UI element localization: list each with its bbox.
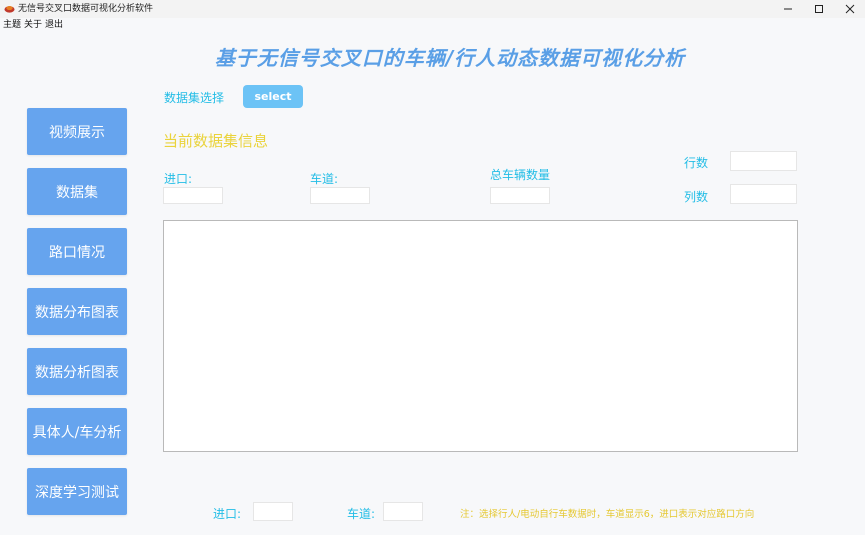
data-table[interactable]	[163, 220, 798, 452]
select-button[interactable]: select	[243, 85, 303, 108]
rows-field	[730, 151, 797, 171]
dataset-info-title: 当前数据集信息	[163, 132, 269, 150]
bottom-lane-label: 车道:	[347, 507, 376, 521]
close-icon[interactable]	[843, 2, 857, 16]
nav-individual-analysis-button[interactable]: 具体人/车分析	[27, 408, 127, 455]
menu-about[interactable]: 关于	[24, 19, 42, 31]
nav-analysis-chart-button[interactable]: 数据分析图表	[27, 348, 127, 395]
dataset-select-label: 数据集选择	[164, 91, 225, 105]
cols-field	[730, 184, 797, 204]
bottom-entry-input[interactable]	[253, 502, 293, 521]
window-titlebar: 无信号交叉口数据可视化分析软件	[0, 0, 865, 18]
nav-intersection-button[interactable]: 路口情况	[27, 228, 127, 275]
total-vehicles-field	[490, 187, 550, 204]
minimize-icon[interactable]	[781, 2, 795, 16]
menu-bar: 主题 关于 退出	[0, 18, 865, 32]
lane-label: 车道:	[310, 172, 339, 186]
note-text: 注：选择行人/电动自行车数据时，车道显示6，进口表示对应路口方向	[460, 509, 755, 520]
menu-theme[interactable]: 主题	[3, 19, 21, 31]
app-icon	[4, 6, 15, 13]
nav-deep-learning-button[interactable]: 深度学习测试	[27, 468, 127, 515]
page-title: 基于无信号交叉口的车辆/行人动态数据可视化分析	[214, 46, 686, 70]
bottom-entry-label: 进口:	[213, 507, 242, 521]
nav-video-button[interactable]: 视频展示	[27, 108, 127, 155]
nav-distribution-chart-button[interactable]: 数据分布图表	[27, 288, 127, 335]
nav-dataset-button[interactable]: 数据集	[27, 168, 127, 215]
cols-label: 列数	[684, 190, 709, 204]
window-title: 无信号交叉口数据可视化分析软件	[18, 4, 154, 14]
menu-exit[interactable]: 退出	[45, 19, 63, 31]
rows-label: 行数	[684, 156, 709, 170]
total-vehicles-label: 总车辆数量	[490, 168, 551, 182]
entry-field	[163, 187, 223, 204]
entry-label: 进口:	[164, 172, 193, 186]
lane-field	[310, 187, 370, 204]
bottom-lane-input[interactable]	[383, 502, 423, 521]
maximize-icon[interactable]	[812, 2, 826, 16]
